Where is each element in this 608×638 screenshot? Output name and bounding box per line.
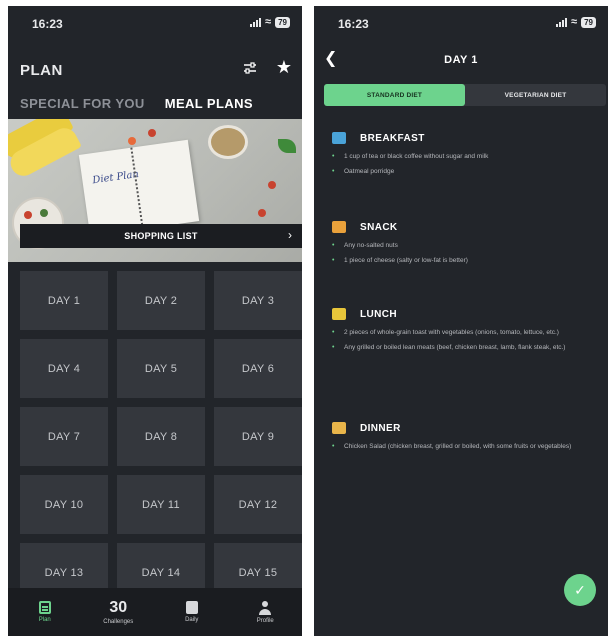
standard-diet-button[interactable]: STANDARD DIET	[324, 84, 465, 106]
meal-item: Chicken Salad (chicken breast, grilled o…	[332, 442, 602, 452]
chevron-right-icon: ›	[288, 228, 292, 242]
breakfast-icon	[332, 132, 346, 144]
page-title: DAY 1	[444, 54, 478, 66]
wifi-icon: ≈	[571, 16, 578, 28]
nav-label: Daily	[185, 617, 199, 623]
profile-icon	[258, 600, 272, 615]
tomato-illustration	[148, 129, 156, 137]
filter-icon[interactable]	[242, 60, 258, 76]
nav-challenges[interactable]: 30 Challenges	[82, 588, 156, 636]
meal-section-snack: SNACK Any no-salted nuts 1 piece of chee…	[332, 221, 602, 271]
day-tile[interactable]: DAY 2	[117, 271, 205, 330]
status-time: 16:23	[32, 17, 63, 31]
day-detail-screen: 16:23 ≈ 79 ❮ DAY 1 STANDARD DIET VEGETAR…	[314, 6, 608, 636]
day-tile[interactable]: DAY 1	[20, 271, 108, 330]
meal-name: DINNER	[360, 422, 401, 434]
checkmark-icon: ✓	[574, 581, 586, 598]
plan-tabs: SPECIAL FOR YOU MEAL PLANS	[20, 96, 253, 111]
day-tile[interactable]: DAY 9	[214, 407, 302, 466]
status-icons: ≈ 79	[250, 16, 290, 28]
day-tile[interactable]: DAY 12	[214, 475, 302, 534]
plan-screen: 16:23 ≈ 79 PLAN ★ SPECIAL FOR YOU MEAL P…	[8, 6, 302, 636]
status-time: 16:23	[338, 17, 369, 31]
meal-name: BREAKFAST	[360, 132, 425, 144]
vegetarian-diet-button[interactable]: VEGETARIAN DIET	[465, 84, 606, 106]
day-tile[interactable]: DAY 11	[117, 475, 205, 534]
complete-day-button[interactable]: ✓	[564, 574, 596, 606]
meal-item: 1 piece of cheese (salty or low-fat is b…	[332, 256, 602, 266]
favorites-star-icon[interactable]: ★	[276, 57, 292, 78]
meal-item: Any no-salted nuts	[332, 241, 602, 251]
days-grid: DAY 1 DAY 2 DAY 3 DAY 4 DAY 5 DAY 6 DAY …	[20, 271, 302, 602]
signal-icon	[250, 17, 262, 27]
meal-item: 1 cup of tea or black coffee without sug…	[332, 152, 602, 162]
meal-item: 2 pieces of whole-grain toast with veget…	[332, 328, 602, 338]
tomato-illustration	[258, 209, 266, 217]
page-title: PLAN	[20, 62, 63, 79]
day-tile[interactable]: DAY 7	[20, 407, 108, 466]
meal-section-breakfast: BREAKFAST 1 cup of tea or black coffee w…	[332, 132, 602, 182]
nav-daily[interactable]: Daily	[155, 588, 229, 636]
diet-toggle: STANDARD DIET VEGETARIAN DIET	[324, 84, 606, 106]
lunch-icon	[332, 308, 346, 320]
meal-name: LUNCH	[360, 308, 397, 320]
nav-plan[interactable]: Plan	[8, 588, 82, 636]
snack-icon	[332, 221, 346, 233]
shopping-list-button[interactable]: SHOPPING LIST ›	[20, 224, 302, 248]
status-bar: 16:23 ≈ 79	[314, 6, 608, 38]
tab-meal-plans[interactable]: MEAL PLANS	[165, 96, 253, 111]
tab-special-for-you[interactable]: SPECIAL FOR YOU	[20, 96, 145, 111]
meal-item: Oatmeal porridge	[332, 167, 602, 177]
bottom-nav: Plan 30 Challenges Daily Profile	[8, 588, 302, 636]
day-tile[interactable]: DAY 10	[20, 475, 108, 534]
notebook-spiral	[130, 147, 145, 230]
tomato-illustration	[268, 181, 276, 189]
meal-section-dinner: DINNER Chicken Salad (chicken breast, gr…	[332, 422, 602, 457]
leaf-illustration	[278, 139, 296, 153]
status-icons: ≈ 79	[556, 16, 596, 28]
day-tile[interactable]: DAY 5	[117, 339, 205, 398]
bowl-illustration	[208, 125, 248, 159]
day-tile[interactable]: DAY 4	[20, 339, 108, 398]
day-tile[interactable]: DAY 8	[117, 407, 205, 466]
nav-label: Profile	[256, 617, 274, 624]
meal-name: SNACK	[360, 221, 398, 233]
signal-icon	[556, 17, 568, 27]
battery-indicator: 79	[581, 16, 596, 28]
shopping-list-label: SHOPPING LIST	[124, 231, 198, 241]
meal-section-lunch: LUNCH 2 pieces of whole-grain toast with…	[332, 308, 602, 358]
nav-label: Plan	[38, 617, 51, 623]
daily-icon	[185, 601, 198, 614]
nav-profile[interactable]: Profile	[229, 588, 303, 636]
tomato-illustration	[128, 137, 136, 145]
plan-icon	[38, 601, 51, 614]
day-tile[interactable]: DAY 3	[214, 271, 302, 330]
wifi-icon: ≈	[265, 16, 272, 28]
challenges-30-icon: 30	[109, 598, 128, 616]
notebook-illustration: Diet Plan	[78, 139, 200, 237]
status-bar: 16:23 ≈ 79	[8, 6, 302, 38]
day-tile[interactable]: DAY 6	[214, 339, 302, 398]
notebook-text: Diet Plan	[91, 168, 140, 187]
meal-item: Any grilled or boiled lean meats (beef, …	[332, 343, 602, 353]
dinner-icon	[332, 422, 346, 434]
nav-label: Challenges	[103, 618, 134, 625]
battery-indicator: 79	[275, 16, 290, 28]
